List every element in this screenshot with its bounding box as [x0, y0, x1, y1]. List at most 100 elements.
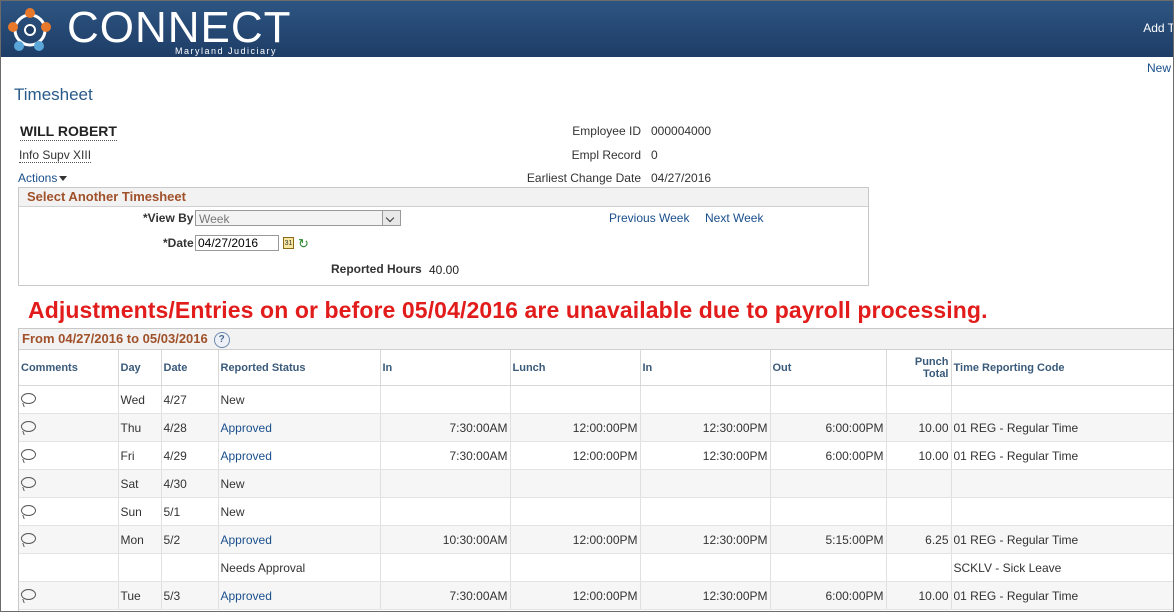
- app-header: CONNECT Maryland Judiciary Add T: [1, 1, 1173, 57]
- status-link[interactable]: Approved: [221, 449, 272, 463]
- comment-icon[interactable]: [21, 420, 36, 432]
- employee-id-label: Employee ID: [572, 124, 641, 138]
- status-link[interactable]: Approved: [221, 589, 272, 603]
- day-cell: Fri: [117, 441, 161, 470]
- date-cell: 4/30: [160, 469, 218, 498]
- status-cell: New: [217, 469, 380, 498]
- out-time-cell: [769, 553, 886, 582]
- table-row: Wed 4/27 New: [19, 385, 1173, 414]
- out-time-cell: 6:00:00PM: [769, 441, 886, 470]
- date-cell: [160, 553, 218, 582]
- comment-icon[interactable]: [21, 532, 36, 544]
- lunch-time-cell: [509, 553, 640, 582]
- punch-total-cell: 10.00: [885, 413, 951, 442]
- out-time-cell: 6:00:00PM: [769, 581, 886, 610]
- logo-icon: [8, 8, 51, 51]
- in-time-cell: [379, 553, 510, 582]
- status-cell: New: [217, 497, 380, 526]
- page-title: Timesheet: [14, 85, 93, 104]
- status-cell: Approved: [217, 441, 380, 470]
- comments-cell: [19, 525, 118, 554]
- col-header-in-2: In: [639, 350, 770, 386]
- comment-icon[interactable]: [21, 392, 36, 404]
- punch-total-cell: 10.00: [885, 581, 951, 610]
- day-cell: Sun: [117, 497, 161, 526]
- grid-title-bar: From 04/27/2016 to 05/03/2016?: [19, 329, 1173, 350]
- in-time-2-cell: [639, 553, 770, 582]
- status-cell: Approved: [217, 581, 380, 610]
- col-header-total: Total: [923, 367, 949, 380]
- payroll-warning-message: Adjustments/Entries on or before 05/04/2…: [28, 297, 988, 323]
- in-time-2-cell: [639, 469, 770, 498]
- employee-name[interactable]: WILL ROBERT: [20, 123, 117, 141]
- comment-icon[interactable]: [21, 588, 36, 600]
- punch-total-cell: [885, 553, 951, 582]
- punch-total-cell: [885, 497, 951, 526]
- in-time-cell: 7:30:00AM: [379, 441, 510, 470]
- actions-label: Actions: [18, 171, 58, 185]
- time-reporting-code-cell: 01 REG - Regular Time: [950, 413, 1173, 442]
- status-text: New: [220, 392, 245, 407]
- comments-cell: [19, 413, 118, 442]
- col-header-time-reporting-code: Time Reporting Code: [950, 350, 1173, 386]
- table-row: Tue 5/3 Approved 7:30:00AM 12:00:00PM 12:30:0…: [19, 581, 1173, 610]
- status-link[interactable]: Approved: [221, 421, 272, 435]
- in-time-2-cell: 12:30:00PM: [639, 525, 770, 554]
- status-cell: Needs Approval: [217, 553, 380, 582]
- table-row: Fri 4/29 Approved 7:30:00AM 12:00:00PM 12:30:…: [19, 441, 1173, 470]
- lunch-time-cell: [509, 497, 640, 526]
- date-input[interactable]: [195, 235, 279, 251]
- comments-cell: [19, 469, 118, 498]
- comment-icon[interactable]: [21, 448, 36, 460]
- lunch-time-cell: 12:00:00PM: [509, 525, 640, 554]
- day-cell: Tue: [117, 581, 161, 610]
- status-cell: Approved: [217, 413, 380, 442]
- out-time-cell: 6:00:00PM: [769, 413, 886, 442]
- calendar-icon[interactable]: 31: [283, 237, 294, 249]
- in-time-2-cell: 12:30:00PM: [639, 581, 770, 610]
- empl-record-value: 0: [651, 148, 658, 162]
- col-header-lunch: Lunch: [509, 350, 640, 386]
- time-reporting-code-cell: 01 REG - Regular Time: [950, 441, 1173, 470]
- out-time-cell: [769, 497, 886, 526]
- help-icon[interactable]: ?: [213, 331, 230, 348]
- new-window-link[interactable]: New: [1147, 61, 1171, 75]
- status-link[interactable]: Approved: [221, 533, 272, 547]
- dropdown-arrow-icon[interactable]: [382, 211, 400, 225]
- col-header-comments: Comments: [19, 350, 118, 386]
- punch-total-cell: 10.00: [885, 441, 951, 470]
- time-reporting-code-cell: 01 REG - Regular Time: [950, 525, 1173, 554]
- col-header-day: Day: [117, 350, 161, 386]
- comment-icon[interactable]: [21, 476, 36, 488]
- employee-job-title[interactable]: Info Supv XIII: [19, 148, 92, 163]
- day-cell: Wed: [117, 385, 161, 414]
- view-by-select[interactable]: Week: [195, 210, 401, 226]
- table-row: Sun 5/1 New: [19, 497, 1173, 526]
- add-to-link[interactable]: Add T: [1143, 21, 1173, 35]
- lunch-time-cell: 12:00:00PM: [509, 441, 640, 470]
- date-cell: 4/29: [160, 441, 218, 470]
- date-cell: 5/3: [160, 581, 218, 610]
- select-timesheet-title[interactable]: Select Another Timesheet: [19, 188, 868, 207]
- app-window: CONNECT Maryland Judiciary Add T New Tim…: [0, 0, 1174, 612]
- comment-icon[interactable]: [21, 504, 36, 516]
- date-cell: 4/27: [160, 385, 218, 414]
- col-header-reported-status: Reported Status: [217, 350, 380, 386]
- date-cell: 5/1: [160, 497, 218, 526]
- table-row: Mon 5/2 Approved 10:30:00AM 12:00:00PM 12:30:…: [19, 525, 1173, 554]
- actions-menu[interactable]: Actions: [18, 171, 68, 185]
- date-cell: 5/2: [160, 525, 218, 554]
- table-row: Needs Approval SCKLV - Sick Leave: [19, 553, 1173, 582]
- next-week-link[interactable]: Next Week: [705, 211, 763, 225]
- previous-week-link[interactable]: Previous Week: [609, 211, 689, 225]
- refresh-icon[interactable]: ↻: [298, 236, 309, 252]
- status-text: Needs Approval: [220, 560, 306, 575]
- lunch-time-cell: 12:00:00PM: [509, 413, 640, 442]
- in-time-cell: 7:30:00AM: [379, 413, 510, 442]
- date-cell: 4/28: [160, 413, 218, 442]
- day-cell: Sat: [117, 469, 161, 498]
- logo-subtitle: Maryland Judiciary: [175, 46, 278, 56]
- time-reporting-code-cell: [950, 385, 1173, 414]
- comments-cell: [19, 581, 118, 610]
- time-reporting-code-cell: [950, 497, 1173, 526]
